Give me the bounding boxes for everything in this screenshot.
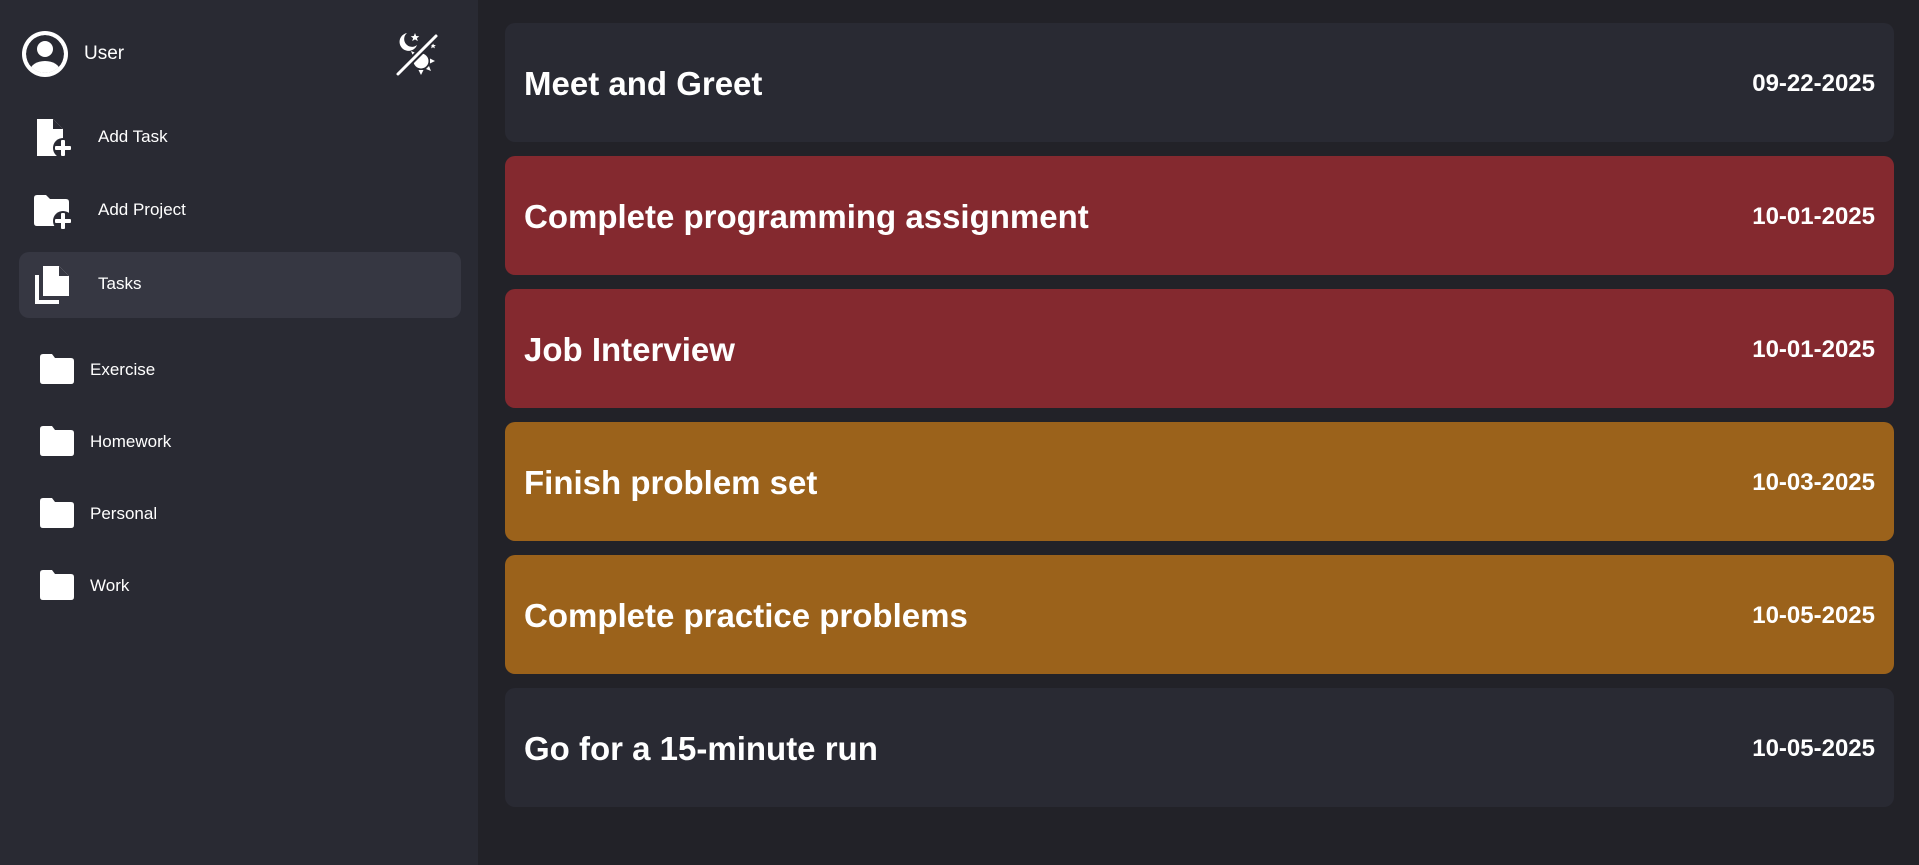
folder-icon — [40, 570, 74, 600]
task-date: 10-05-2025 — [1752, 602, 1875, 629]
add-task-button[interactable]: Add Task — [19, 105, 461, 171]
add-task-label: Add Task — [98, 127, 168, 146]
task-date: 10-01-2025 — [1752, 336, 1875, 363]
project-label: Personal — [90, 504, 158, 523]
sidebar-item-personal[interactable]: Personal — [28, 491, 448, 537]
file-plus-icon — [33, 118, 73, 158]
sidebar-item-exercise[interactable]: Exercise — [28, 347, 448, 393]
folder-icon — [40, 426, 74, 456]
sidebar-item-work[interactable]: Work — [28, 563, 448, 609]
task-card[interactable]: Finish problem set 10-03-2025 — [505, 422, 1894, 541]
sidebar-item-homework[interactable]: Homework — [28, 419, 448, 465]
project-label: Homework — [90, 432, 172, 451]
tasks-label: Tasks — [98, 274, 142, 293]
task-card[interactable]: Go for a 15-minute run 10-05-2025 — [505, 688, 1894, 807]
task-title: Complete practice problems — [524, 597, 968, 634]
task-title: Meet and Greet — [524, 65, 763, 102]
task-title: Go for a 15-minute run — [524, 730, 878, 767]
sidebar: User Add Task Add Project Tasks Exercise… — [0, 0, 478, 865]
theme-toggle-button[interactable] — [392, 30, 442, 80]
add-project-button[interactable]: Add Project — [19, 178, 461, 244]
add-project-label: Add Project — [98, 200, 186, 219]
user-name: User — [84, 43, 125, 64]
task-title: Complete programming assignment — [524, 198, 1089, 235]
project-label: Exercise — [90, 360, 156, 379]
folder-plus-icon — [33, 191, 73, 231]
task-title: Finish problem set — [524, 464, 818, 501]
task-date: 09-22-2025 — [1752, 70, 1875, 97]
task-date: 10-03-2025 — [1752, 469, 1875, 496]
task-card[interactable]: Job Interview 10-01-2025 — [505, 289, 1894, 408]
task-date: 10-05-2025 — [1752, 735, 1875, 762]
task-card[interactable]: Meet and Greet 09-22-2025 — [505, 23, 1894, 142]
user-profile[interactable]: User — [22, 31, 124, 77]
sidebar-item-tasks[interactable]: Tasks — [19, 252, 461, 318]
task-card[interactable]: Complete practice problems 10-05-2025 — [505, 555, 1894, 674]
folder-icon — [40, 498, 74, 528]
theme-toggle-icon — [394, 32, 440, 78]
project-label: Work — [90, 576, 130, 595]
task-date: 10-01-2025 — [1752, 203, 1875, 230]
user-circle-icon — [22, 31, 68, 77]
task-title: Job Interview — [524, 331, 735, 368]
task-card[interactable]: Complete programming assignment 10-01-20… — [505, 156, 1894, 275]
task-list: Meet and Greet 09-22-2025 Complete progr… — [478, 0, 1919, 865]
files-icon — [33, 265, 73, 305]
folder-icon — [40, 354, 74, 384]
